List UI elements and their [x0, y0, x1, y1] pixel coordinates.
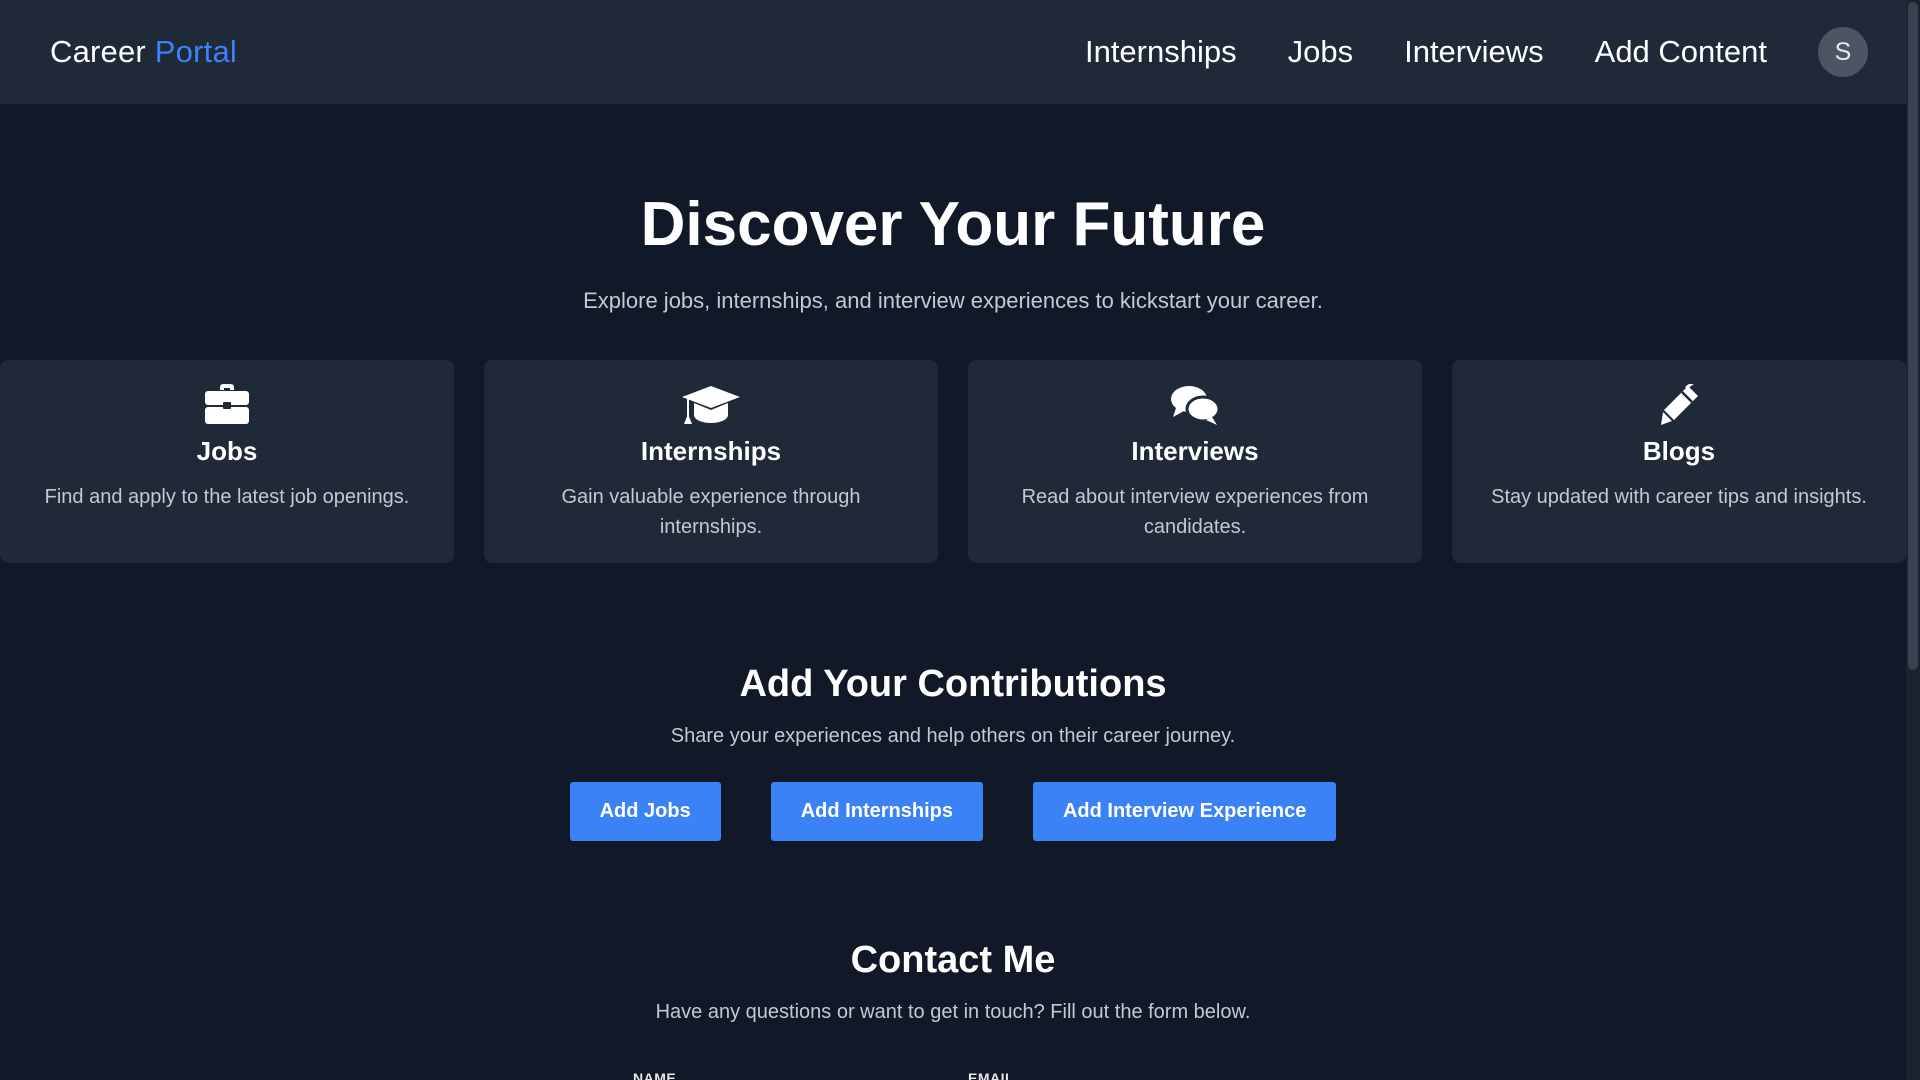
briefcase-icon: [205, 384, 249, 424]
contribution-buttons: Add Jobs Add Internships Add Interview E…: [0, 782, 1906, 841]
brand-primary-text: Career: [50, 34, 146, 69]
nav-link-internships[interactable]: Internships: [1085, 34, 1237, 70]
brand-logo[interactable]: Career Portal: [50, 34, 237, 70]
chat-bubbles-icon: [1171, 386, 1220, 425]
add-internships-button[interactable]: Add Internships: [770, 782, 983, 841]
brand-accent-text: Portal: [154, 34, 237, 69]
email-label: EMAIL: [968, 1070, 1015, 1080]
feature-cards: Jobs Find and apply to the latest job op…: [0, 360, 1906, 563]
nav-links: Internships Jobs Interviews Add Content …: [1085, 27, 1868, 77]
card-title: Interviews: [1131, 436, 1259, 466]
card-title: Jobs: [196, 436, 258, 466]
card-jobs[interactable]: Jobs Find and apply to the latest job op…: [0, 360, 454, 563]
card-description: Read about interview experiences from ca…: [1021, 486, 1369, 538]
hero-title: Discover Your Future: [640, 190, 1266, 259]
graduation-cap-icon: [682, 386, 740, 424]
card-title: Blogs: [1642, 436, 1716, 466]
card-internships[interactable]: Internships Gain valuable experience thr…: [484, 360, 938, 563]
card-description: Gain valuable experience through interns…: [561, 486, 861, 538]
top-navbar: Career Portal Internships Jobs Interview…: [0, 0, 1906, 104]
add-jobs-button[interactable]: Add Jobs: [569, 782, 721, 841]
card-description: Stay updated with career tips and insigh…: [1491, 486, 1867, 508]
contact-subtitle: Have any questions or want to get in tou…: [655, 1001, 1251, 1023]
nav-link-jobs[interactable]: Jobs: [1288, 34, 1353, 70]
card-title: Internships: [640, 436, 782, 466]
scrollbar-thumb[interactable]: [1908, 2, 1918, 670]
card-interviews[interactable]: Interviews Read about interview experien…: [968, 360, 1422, 563]
contact-section: Contact Me Have any questions or want to…: [0, 941, 1906, 1080]
card-description: Find and apply to the latest job opening…: [44, 486, 410, 508]
contributions-subtitle: Share your experiences and help others o…: [670, 725, 1236, 747]
name-label: NAME: [633, 1070, 677, 1080]
user-avatar[interactable]: S: [1818, 27, 1868, 77]
add-interview-experience-button[interactable]: Add Interview Experience: [1032, 782, 1337, 841]
pen-icon: [1661, 384, 1698, 425]
contact-title: Contact Me: [850, 939, 1056, 981]
contact-form: NAME EMAIL: [0, 1060, 1906, 1080]
page: Career Portal Internships Jobs Interview…: [0, 0, 1920, 1080]
contributions-title: Add Your Contributions: [739, 663, 1167, 705]
hero-subtitle: Explore jobs, internships, and interview…: [583, 288, 1323, 313]
main-content: Discover Your Future Explore jobs, inter…: [0, 104, 1906, 1080]
nav-link-add-content[interactable]: Add Content: [1595, 34, 1767, 70]
card-blogs[interactable]: Blogs Stay updated with career tips and …: [1452, 360, 1906, 563]
nav-link-interviews[interactable]: Interviews: [1404, 34, 1544, 70]
vertical-scrollbar[interactable]: [1906, 0, 1920, 1080]
contributions-section: Add Your Contributions Share your experi…: [0, 665, 1906, 841]
